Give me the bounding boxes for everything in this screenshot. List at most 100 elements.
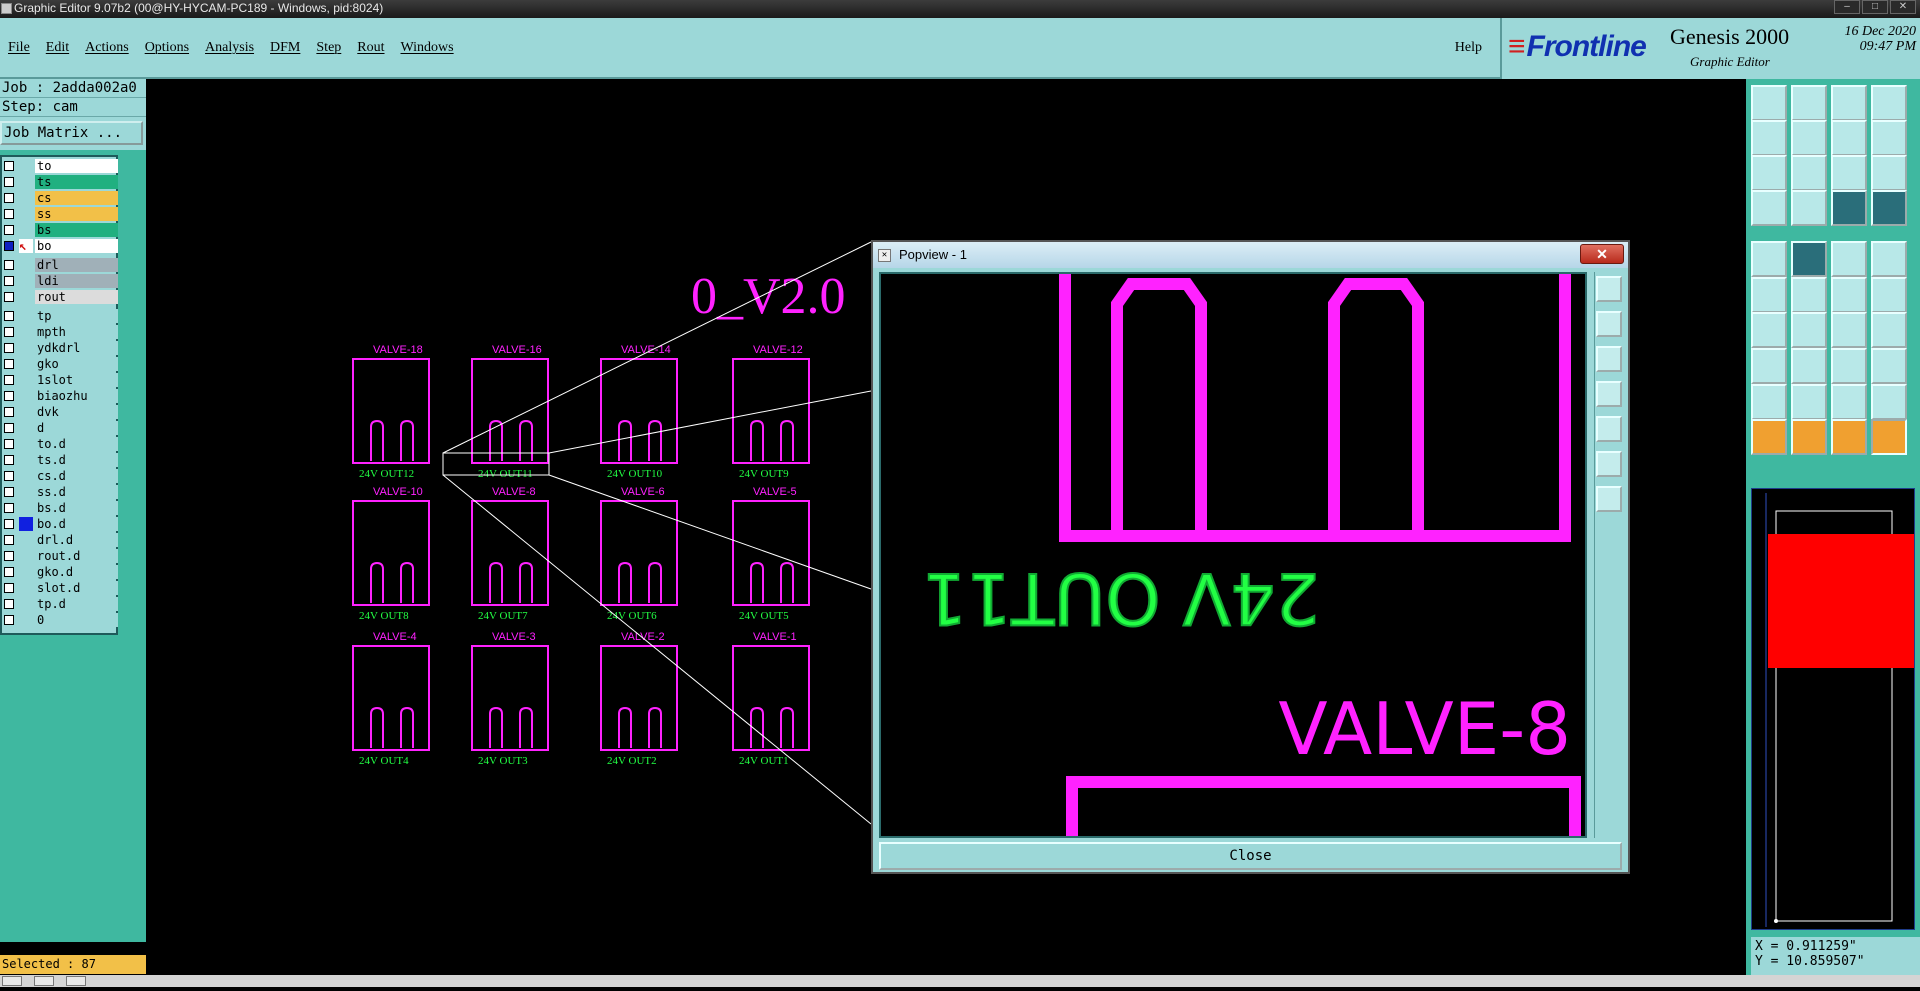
layer-row[interactable]: 1slot <box>4 372 118 387</box>
layer-name[interactable]: dvk <box>35 405 118 419</box>
layer-checkbox[interactable] <box>4 551 14 561</box>
split-icon[interactable] <box>1871 312 1907 348</box>
layer-indicator[interactable] <box>19 341 33 355</box>
menu-edit[interactable]: Edit <box>46 40 69 56</box>
layer-checkbox[interactable] <box>4 615 14 625</box>
layer-row[interactable]: slot.d <box>4 580 118 595</box>
layer-indicator[interactable] <box>19 581 33 595</box>
layer-row[interactable]: tp <box>4 308 118 323</box>
layer-checkbox[interactable] <box>4 567 14 577</box>
layer-name[interactable]: cs <box>35 191 118 205</box>
layer-indicator[interactable] <box>19 207 33 221</box>
layer-checkbox[interactable] <box>4 343 14 353</box>
close-window-button[interactable]: ✕ <box>1890 0 1916 14</box>
component[interactable]: VALVE-4 24V OUT4 <box>352 631 430 767</box>
triangle-icon[interactable] <box>1751 384 1787 420</box>
connect-icon[interactable] <box>1751 277 1787 313</box>
zoom-in-icon[interactable] <box>1791 155 1827 191</box>
layer-checkbox[interactable] <box>4 260 14 270</box>
component[interactable]: VALVE-2 24V OUT2 <box>600 631 678 767</box>
layer-checkbox[interactable] <box>4 375 14 385</box>
triangle-a-icon[interactable] <box>1791 384 1827 420</box>
layer-checkbox[interactable] <box>4 487 14 497</box>
layer-indicator[interactable] <box>19 597 33 611</box>
layer-name[interactable]: gko.d <box>35 565 118 579</box>
slash-icon[interactable] <box>1791 312 1827 348</box>
layer-indicator[interactable] <box>19 549 33 563</box>
layer-checkbox[interactable] <box>4 292 14 302</box>
layer-checkbox[interactable] <box>4 311 14 321</box>
layer-name[interactable]: mpth <box>35 325 118 339</box>
layer-row[interactable]: cs.d <box>4 468 118 483</box>
layer-name[interactable]: drl <box>35 258 118 272</box>
layer-checkbox[interactable] <box>4 503 14 513</box>
layer-row[interactable]: bo.d <box>4 516 118 531</box>
maximize-button[interactable]: □ <box>1862 0 1888 14</box>
minus-icon[interactable] <box>1791 348 1827 384</box>
component[interactable]: VALVE-16 24V OUT11 <box>471 344 549 480</box>
layer-name[interactable]: ldi <box>35 274 118 288</box>
layer-row[interactable]: rout <box>4 289 118 304</box>
layer-row[interactable]: mpth <box>4 324 118 339</box>
layer-indicator[interactable] <box>19 357 33 371</box>
menu-file[interactable]: File <box>8 40 30 56</box>
layer-row[interactable]: biaozhu <box>4 388 118 403</box>
menu-options[interactable]: Options <box>145 40 189 56</box>
layer-checkbox[interactable] <box>4 241 14 251</box>
layer-name[interactable]: ts <box>35 175 118 189</box>
menu-windows[interactable]: Windows <box>401 40 454 56</box>
copy-icon[interactable] <box>1871 348 1907 384</box>
menu-dfm[interactable]: DFM <box>270 40 300 56</box>
status-button[interactable] <box>2 976 22 986</box>
layer-indicator[interactable] <box>19 290 33 304</box>
layer-row[interactable]: ts.d <box>4 452 118 467</box>
zoom-next-icon[interactable] <box>1596 416 1622 442</box>
snap-icon[interactable] <box>1751 190 1787 226</box>
layer-indicator[interactable] <box>19 175 33 189</box>
layer-checkbox[interactable] <box>4 161 14 171</box>
pointer-select-icon[interactable] <box>1791 419 1827 455</box>
layer-indicator[interactable] <box>19 437 33 451</box>
menu-step[interactable]: Step <box>316 40 341 56</box>
home-icon[interactable] <box>1831 85 1867 121</box>
layer-indicator[interactable] <box>19 191 33 205</box>
layer-indicator[interactable] <box>19 389 33 403</box>
layer-row[interactable]: dvk <box>4 404 118 419</box>
move-icon[interactable] <box>1831 277 1867 313</box>
menu-analysis[interactable]: Analysis <box>205 40 254 56</box>
layer-row[interactable]: drl.d <box>4 532 118 547</box>
layer-indicator[interactable] <box>19 258 33 272</box>
layer-indicator[interactable] <box>19 274 33 288</box>
component[interactable]: VALVE-14 24V OUT10 <box>600 344 678 480</box>
layer-indicator[interactable] <box>19 469 33 483</box>
fit-icon[interactable] <box>1596 451 1622 477</box>
layer-name[interactable]: d <box>35 421 118 435</box>
component[interactable]: VALVE-1 24V OUT1 <box>732 631 810 767</box>
arc-icon[interactable] <box>1831 312 1867 348</box>
snap-center-icon[interactable] <box>1831 348 1867 384</box>
layer-row[interactable]: tp.d <box>4 596 118 611</box>
redraw-icon[interactable] <box>1871 120 1907 156</box>
layer-checkbox[interactable] <box>4 327 14 337</box>
line-icon[interactable] <box>1791 241 1827 277</box>
layers-icon[interactable] <box>1831 190 1867 226</box>
view-window[interactable] <box>1768 534 1914 668</box>
menu-actions[interactable]: Actions <box>85 40 129 56</box>
layer-indicator[interactable] <box>19 453 33 467</box>
layer-checkbox[interactable] <box>4 193 14 203</box>
popview-close-button[interactable]: Close <box>879 842 1622 870</box>
measure-icon[interactable] <box>1831 241 1867 277</box>
component[interactable]: VALVE-10 24V OUT8 <box>352 486 430 622</box>
layer-row[interactable]: ss.d <box>4 484 118 499</box>
dot-icon[interactable] <box>1871 241 1907 277</box>
job-matrix-button[interactable]: Job Matrix ... <box>0 121 143 145</box>
layer-indicator[interactable] <box>19 533 33 547</box>
grid-icon[interactable] <box>1791 190 1827 226</box>
menu-rout[interactable]: Rout <box>357 40 384 56</box>
zoom-prev-icon[interactable] <box>1596 381 1622 407</box>
layer-row[interactable]: gko.d <box>4 564 118 579</box>
layer-row[interactable]: bs.d <box>4 500 118 515</box>
layer-indicator[interactable] <box>19 565 33 579</box>
layer-row[interactable]: to.d <box>4 436 118 451</box>
layer-checkbox[interactable] <box>4 439 14 449</box>
